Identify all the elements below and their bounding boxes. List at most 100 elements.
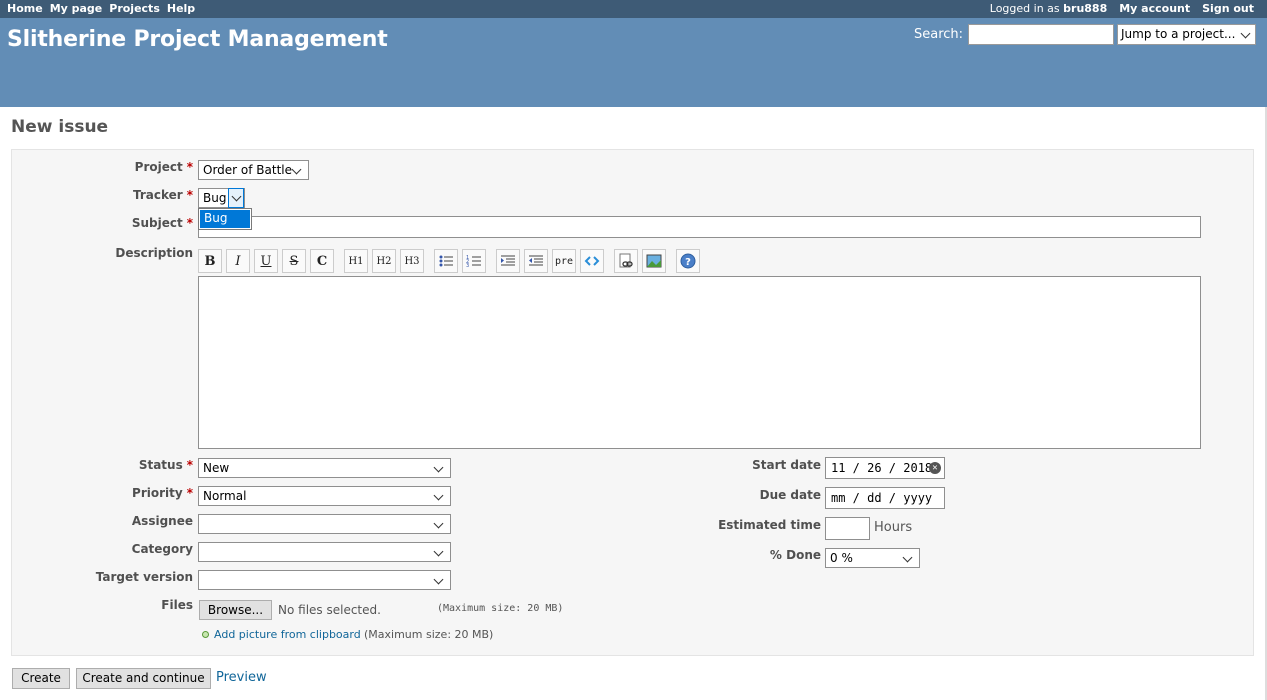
help-link[interactable]: Help <box>167 2 195 15</box>
my-page-link[interactable]: My page <box>50 2 103 15</box>
tracker-dropdown-list: Bug <box>198 208 252 230</box>
svg-text:?: ? <box>685 257 691 268</box>
project-label: Project * <box>134 160 193 174</box>
status-value: New <box>203 461 230 475</box>
underline-button[interactable]: U <box>254 249 278 273</box>
project-select[interactable]: Order of Battle <box>198 160 309 180</box>
assignee-select[interactable] <box>198 514 451 534</box>
logged-in-prefix: Logged in as <box>989 2 1060 15</box>
estimated-time-label: Estimated time <box>718 518 821 532</box>
files-label: Files <box>161 598 193 612</box>
tracker-option-bug[interactable]: Bug <box>200 210 250 228</box>
target-version-label: Target version <box>95 570 193 584</box>
status-select[interactable]: New <box>198 458 451 478</box>
indent-button[interactable] <box>496 249 520 273</box>
start-date-input[interactable]: 11 / 26 / 2018 ✕ <box>825 457 945 479</box>
description-textarea[interactable] <box>198 276 1201 449</box>
heading-3-button[interactable]: H3 <box>400 249 424 273</box>
projects-link[interactable]: Projects <box>109 2 160 15</box>
target-version-select[interactable] <box>198 570 451 590</box>
preformatted-button[interactable]: pre <box>552 249 576 273</box>
quick-search: Search: <box>914 24 1115 45</box>
tracker-select[interactable]: Bug <box>198 188 245 208</box>
tracker-label: Tracker * <box>133 188 193 202</box>
code-brackets-icon <box>584 256 600 266</box>
estimated-time-input[interactable] <box>825 517 870 540</box>
category-label: Category <box>131 542 193 556</box>
ordered-list-button[interactable]: 123 <box>462 249 486 273</box>
search-input[interactable] <box>968 24 1115 45</box>
category-select[interactable] <box>198 542 451 562</box>
status-label: Status * <box>138 458 193 472</box>
max-size-note: (Maximum size: 20 MB) <box>437 603 564 614</box>
heading-1-button[interactable]: H1 <box>344 249 368 273</box>
chevron-down-icon <box>231 191 242 202</box>
unordered-list-icon <box>439 255 453 267</box>
italic-button[interactable]: I <box>226 249 250 273</box>
code-button[interactable]: C <box>310 249 334 273</box>
image-button[interactable] <box>642 249 666 273</box>
indent-icon <box>501 255 515 266</box>
priority-label: Priority * <box>132 486 193 500</box>
help-button[interactable]: ? <box>676 249 700 273</box>
priority-value: Normal <box>203 489 247 503</box>
site-title[interactable]: Slitherine Project Management <box>7 27 388 52</box>
hours-unit: Hours <box>874 520 913 535</box>
start-date-value: 11 / 26 / 2018 <box>831 461 933 475</box>
outdent-icon <box>529 255 543 266</box>
logged-in-as: Logged in as bru888 <box>990 2 1107 15</box>
code-highlight-button[interactable] <box>580 249 604 273</box>
top-menu: Home My page Projects Help Logged in as … <box>0 0 1267 18</box>
start-date-label: Start date <box>752 458 821 472</box>
due-date-placeholder: mm / dd / yyyy <box>831 491 933 505</box>
home-link[interactable]: Home <box>7 2 43 15</box>
add-picture-link[interactable]: Add picture from clipboard <box>214 628 361 641</box>
search-label: Search: <box>914 27 964 42</box>
username-link[interactable]: bru888 <box>1063 2 1107 15</box>
percent-done-value: 0 % <box>830 551 853 565</box>
percent-done-label: % Done <box>769 548 821 562</box>
chevron-down-icon <box>291 164 302 175</box>
tracker-dropdown-button[interactable] <box>228 188 244 208</box>
assignee-label: Assignee <box>131 514 193 528</box>
preview-link[interactable]: Preview <box>216 670 267 685</box>
chevron-down-icon <box>433 574 444 585</box>
jump-to-project-select[interactable]: Jump to a project... <box>1117 24 1256 45</box>
due-date-label: Due date <box>759 488 821 502</box>
heading-2-button[interactable]: H2 <box>372 249 396 273</box>
chevron-down-icon <box>433 518 444 529</box>
tracker-value: Bug <box>203 191 227 205</box>
outdent-button[interactable] <box>524 249 548 273</box>
project-value: Order of Battle <box>203 163 293 177</box>
due-date-input[interactable]: mm / dd / yyyy <box>825 487 945 509</box>
image-icon <box>646 254 662 268</box>
no-files-text: No files selected. <box>278 603 381 617</box>
wiki-link-button[interactable] <box>614 249 638 273</box>
strikethrough-button[interactable]: S <box>282 249 306 273</box>
add-icon <box>202 631 209 638</box>
chevron-down-icon <box>433 546 444 557</box>
create-button[interactable]: Create <box>12 668 70 689</box>
percent-done-select[interactable]: 0 % <box>825 548 920 568</box>
browse-button[interactable]: Browse... <box>199 600 272 620</box>
unordered-list-button[interactable] <box>434 249 458 273</box>
help-icon: ? <box>680 253 696 269</box>
bold-button[interactable]: B <box>198 249 222 273</box>
description-label: Description <box>115 246 193 260</box>
header: Slitherine Project Management Search: Ju… <box>0 18 1267 107</box>
priority-select[interactable]: Normal <box>198 486 451 506</box>
chevron-down-icon <box>433 462 444 473</box>
subject-label: Subject * <box>131 216 193 230</box>
max-size-note-2: (Maximum size: 20 MB) <box>364 628 494 641</box>
clear-icon[interactable]: ✕ <box>929 462 941 474</box>
chevron-down-icon <box>433 490 444 501</box>
my-account-link[interactable]: My account <box>1119 2 1190 15</box>
page-title: New issue <box>11 117 109 137</box>
sign-out-link[interactable]: Sign out <box>1202 2 1254 15</box>
create-and-continue-button[interactable]: Create and continue <box>76 668 211 689</box>
jump-to-project-label: Jump to a project... <box>1121 27 1236 41</box>
chevron-down-icon <box>1240 28 1251 39</box>
svg-text:3: 3 <box>466 263 469 268</box>
subject-input[interactable] <box>198 216 1201 238</box>
ordered-list-icon: 123 <box>466 255 481 268</box>
